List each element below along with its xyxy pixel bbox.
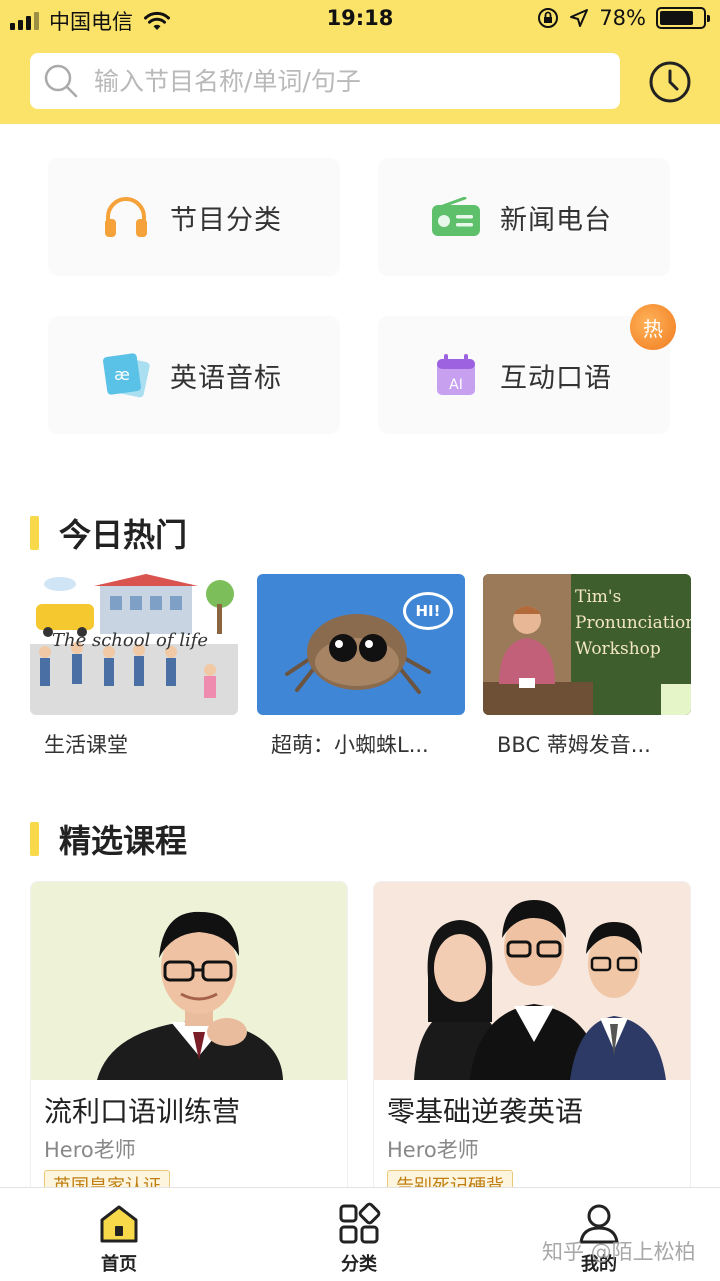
search-bar[interactable] — [30, 53, 620, 109]
section-courses: 精选课程 — [30, 816, 187, 862]
hot-item-bbc-tim[interactable]: Tim's Pronunciation Workshop BBC 蒂姆发音... — [483, 574, 691, 759]
status-bar: 中国电信 19:18 78% — [0, 0, 720, 40]
radio-icon — [430, 191, 482, 243]
image-text: The school of life — [52, 630, 209, 651]
tab-category[interactable]: 分类 — [299, 1202, 419, 1276]
course-teacher-photo — [31, 882, 347, 1080]
phonetic-card-icon: æ — [100, 349, 152, 401]
svg-text:AI: AI — [449, 377, 463, 393]
shortcut-program-category[interactable]: 节目分类 — [48, 158, 340, 276]
course-teacher: Hero老师 — [44, 1138, 136, 1162]
watermark: 知乎 @陌上松柏 — [542, 1240, 696, 1264]
location-icon — [570, 9, 589, 27]
course-teacher: Hero老师 — [387, 1138, 479, 1162]
rotation-lock-icon — [538, 8, 559, 28]
shortcut-phonetics[interactable]: æ 英语音标 — [48, 316, 340, 434]
hot-item-caption: 超萌：小蜘蛛L... — [271, 733, 429, 757]
section-title: 精选课程 — [59, 822, 188, 860]
tab-home[interactable]: 首页 — [59, 1202, 179, 1276]
bottom-tab-bar: 首页 分类 我的 — [0, 1187, 720, 1281]
bbc-tim-thumbnail: Tim's Pronunciation Workshop — [483, 574, 691, 715]
calendar-ai-icon: AI — [430, 349, 482, 401]
section-title: 今日热门 — [59, 516, 188, 554]
tab-label: 分类 — [341, 1254, 377, 1275]
image-text: Tim's Pronunciation Workshop — [575, 587, 691, 659]
shortcut-label: 新闻电台 — [500, 204, 612, 236]
course-card-fluent-speaking[interactable]: 流利口语训练营 Hero老师 英国皇家认证 — [30, 881, 348, 1201]
section-today-hot: 今日热门 — [30, 510, 187, 556]
hot-item-caption: BBC 蒂姆发音... — [497, 733, 651, 757]
shortcut-interactive-speaking[interactable]: AI 互动口语 — [378, 316, 670, 434]
category-grid-icon — [339, 1202, 381, 1244]
battery-percent: 78% — [599, 6, 646, 30]
hot-item-school-of-life[interactable]: The school of life 生活课堂 — [30, 574, 238, 759]
course-teachers-photo — [374, 882, 690, 1080]
hot-item-little-spider[interactable]: HI! 超萌：小蜘蛛L... — [257, 574, 465, 759]
school-of-life-thumbnail: The school of life — [30, 574, 238, 715]
shortcut-label: 互动口语 — [500, 362, 612, 394]
hot-item-caption: 生活课堂 — [44, 733, 128, 757]
battery-icon — [656, 7, 710, 29]
home-icon — [100, 1205, 138, 1243]
course-card-zero-basics[interactable]: 零基础逆袭英语 Hero老师 告别死记硬背 — [373, 881, 691, 1201]
headphones-icon — [100, 191, 152, 243]
spider-thumbnail: HI! — [257, 574, 465, 715]
shortcut-label: 节目分类 — [170, 204, 282, 236]
header: 中国电信 19:18 78% — [0, 0, 720, 124]
search-icon — [44, 64, 78, 98]
speech-bubble: HI! — [403, 592, 453, 630]
shortcut-news-radio[interactable]: 新闻电台 — [378, 158, 670, 276]
clock-icon[interactable] — [648, 60, 692, 104]
course-title: 流利口语训练营 — [44, 1095, 241, 1128]
image-text: HI! — [415, 602, 441, 620]
section-accent-bar — [30, 516, 39, 550]
course-title: 零基础逆袭英语 — [387, 1095, 584, 1128]
svg-text:æ: æ — [114, 365, 130, 384]
shortcut-label: 英语音标 — [170, 362, 282, 394]
search-input[interactable] — [94, 66, 594, 96]
hot-badge: 热 — [630, 304, 676, 350]
tab-label: 首页 — [101, 1254, 137, 1275]
section-accent-bar — [30, 822, 39, 856]
